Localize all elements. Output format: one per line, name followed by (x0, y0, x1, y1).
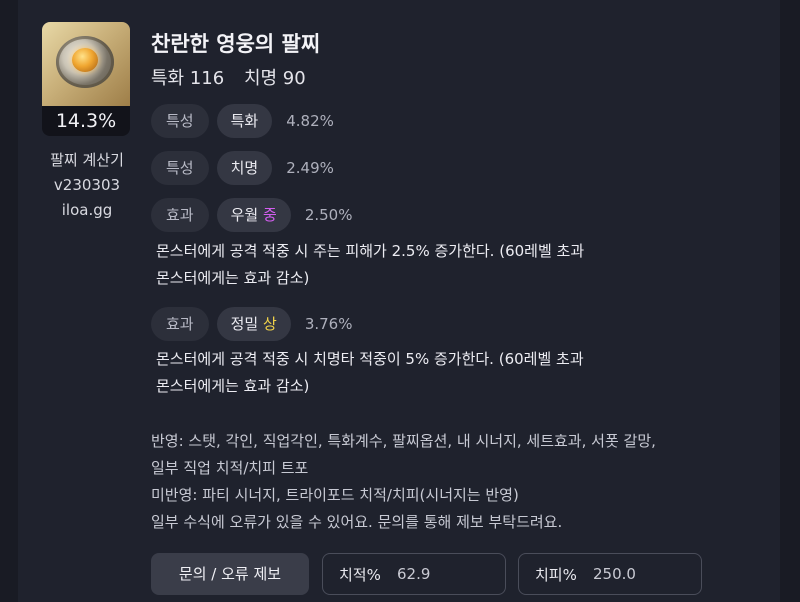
crit-rate-input[interactable] (395, 564, 489, 584)
item-stats: 특화 116 치명 90 (151, 64, 310, 90)
option-name-tag: 정밀 상 (216, 307, 291, 341)
option-type-tag: 특성 (151, 104, 209, 138)
report-error-button[interactable]: 문의 / 오류 제보 (151, 553, 309, 595)
option-row-superiority: 효과 우월 중 2.50% (151, 197, 352, 233)
crit-rate-field: 치적% (322, 553, 506, 595)
option-value: 2.50% (304, 206, 353, 224)
option-value: 3.76% (304, 315, 353, 333)
note-line: 미반영: 파티 시너지, 트라이포드 치적/치피(시너지는 반영) (151, 486, 519, 504)
option-name: 정밀 (230, 315, 259, 333)
crit-rate-label: 치적% (339, 565, 381, 584)
crit-damage-label: 치피% (535, 565, 577, 584)
option-name: 특화 (230, 112, 259, 130)
crit-damage-field: 치피% (518, 553, 702, 595)
note-line: 일부 직업 치적/치피 트포 (151, 459, 309, 477)
note-line: 반영: 스탯, 각인, 직업각인, 특화계수, 팔찌옵션, 내 시너지, 세트효… (151, 432, 656, 450)
item-column: 14.3% 팔찌 계산기 v230303 iloa.gg (42, 22, 132, 223)
option-type-tag: 효과 (151, 198, 209, 232)
calculator-name: 팔찌 계산기 (50, 151, 124, 169)
item-stat-1: 특화 116 (151, 68, 225, 89)
option-name-tag: 특화 (216, 104, 273, 138)
crit-damage-input[interactable] (591, 564, 685, 584)
option-name-tag: 우월 중 (216, 198, 291, 232)
option-value: 2.49% (286, 159, 334, 177)
option-row-crit: 특성 치명 2.49% (151, 150, 334, 186)
description-line: 몬스터에게 공격 적중 시 치명타 적중이 5% 증가한다. (60레벨 초과 (156, 350, 584, 368)
option-type-tag: 특성 (151, 151, 209, 185)
option-value: 4.82% (286, 112, 334, 130)
calculation-notes: 반영: 스탯, 각인, 직업각인, 특화계수, 팔찌옵션, 내 시너지, 세트효… (151, 428, 771, 536)
gem-shape (72, 48, 98, 72)
item-score: 14.3% (42, 106, 130, 136)
option-name: 치명 (230, 159, 259, 177)
item-stat-2: 치명 90 (243, 68, 306, 89)
item-name: 찬란한 영웅의 팔찌 (151, 32, 321, 56)
calculator-site: iloa.gg (61, 201, 113, 219)
option-grade: 중 (263, 206, 277, 224)
option-description: 몬스터에게 공격 적중 시 주는 피해가 2.5% 증가한다. (60레벨 초과… (156, 238, 716, 292)
description-line: 몬스터에게 공격 적중 시 주는 피해가 2.5% 증가한다. (60레벨 초과 (156, 242, 585, 260)
option-name: 우월 (230, 206, 259, 224)
note-line: 일부 수식에 오류가 있을 수 있어요. 문의를 통해 제보 부탁드려요. (151, 513, 563, 531)
calculator-version: v230303 (53, 176, 121, 194)
description-line: 몬스터에게는 효과 감소) (156, 269, 310, 287)
description-line: 몬스터에게는 효과 감소) (156, 377, 310, 395)
bracelet-item-icon (42, 22, 130, 106)
calculator-info: 팔찌 계산기 v230303 iloa.gg (42, 148, 132, 223)
option-row-specialization: 특성 특화 4.82% (151, 103, 334, 139)
option-row-precision: 효과 정밀 상 3.76% (151, 306, 352, 342)
option-description: 몬스터에게 공격 적중 시 치명타 적중이 5% 증가한다. (60레벨 초과 … (156, 346, 716, 400)
option-type-tag: 효과 (151, 307, 209, 341)
option-name-tag: 치명 (216, 151, 273, 185)
option-grade: 상 (263, 315, 277, 333)
